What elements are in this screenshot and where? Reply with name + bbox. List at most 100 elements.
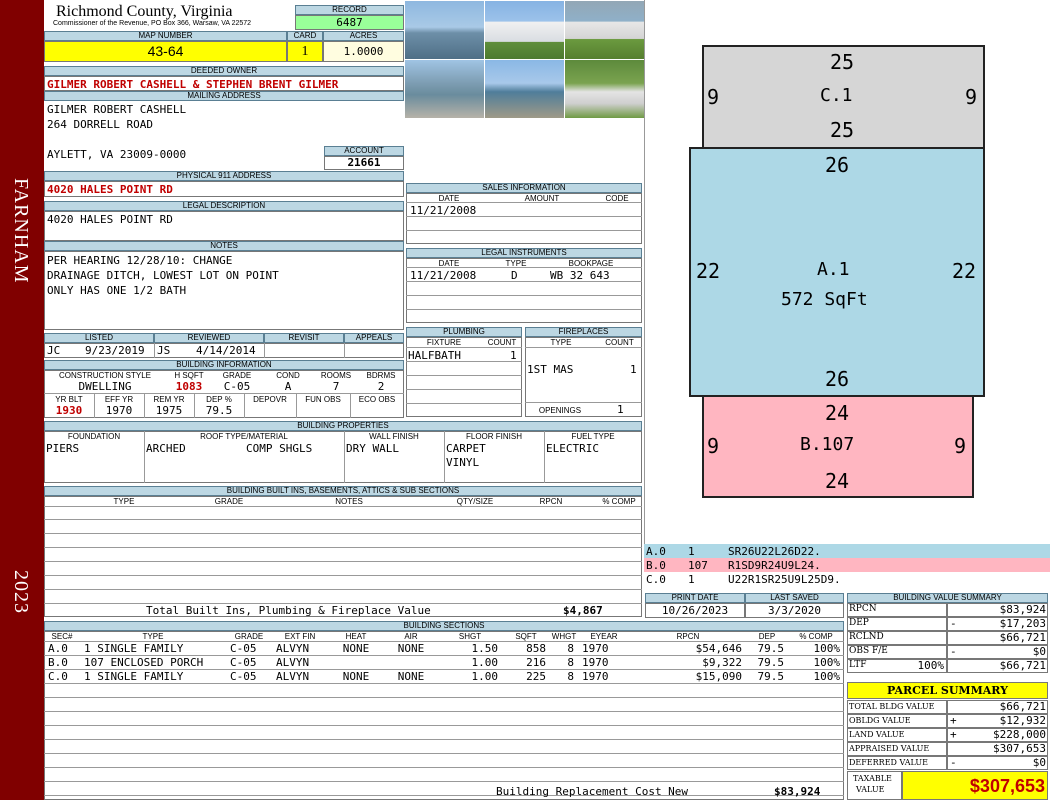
print-date: 10/26/2023 (645, 603, 745, 618)
bvs-label: OBS F/E (849, 646, 888, 656)
building-info-header: BUILDING INFORMATION (44, 360, 404, 370)
mailing-line-3: AYLETT, VA 23009-0000 (47, 148, 187, 161)
legend-vector: U22R1SR25U9L25D9. (728, 573, 841, 586)
builtin-rpcn-label: RPCN (539, 497, 563, 506)
dim-label: 22 (696, 259, 721, 283)
account-header: ACCOUNT (324, 146, 404, 156)
building-properties-header: BUILDING PROPERTIES (44, 421, 642, 431)
bvs-modifier: 100% (917, 659, 945, 672)
section-cell: 79.5 (757, 656, 785, 669)
parcel-summary-header: PARCEL SUMMARY (847, 682, 1048, 699)
notes-box: PER HEARING 12/28/10: CHANGE DRAINAGE DI… (44, 251, 404, 330)
notes-line: DRAINAGE DITCH, LOWEST LOT ON POINT (47, 269, 279, 282)
section-col-header: TYPE (142, 632, 164, 641)
fireplace-count-label: COUNT (605, 338, 634, 347)
dim-label: 24 (825, 401, 850, 425)
parcel-value: $66,721 (999, 700, 1046, 713)
section-cell: 1.50 (471, 642, 499, 655)
sketch-legend-row (644, 544, 1050, 558)
legend-code: 1 (688, 545, 695, 558)
floor-finish: CARPET (446, 442, 486, 455)
bdrms: 2 (377, 380, 385, 393)
construction-style-label: CONSTRUCTION STYLE (58, 371, 151, 380)
bvs-label: DEP (849, 618, 869, 628)
bvs-modifier: - (950, 617, 957, 630)
legend-section: A.0 (646, 545, 666, 558)
parcel-value: $307,653 (993, 742, 1046, 755)
last-saved-header: LAST SAVED (745, 593, 844, 603)
parcel-modifier: + (950, 714, 957, 727)
dim-label: 9 (965, 85, 978, 109)
legend-code: 1 (688, 573, 695, 586)
section-cell: $54,646 (695, 642, 742, 655)
section-cell: C-05 (230, 656, 257, 669)
section-cell: C-05 (230, 642, 257, 655)
fireplace-type-label: TYPE (550, 338, 572, 347)
roof-label: ROOF TYPE/MATERIAL (200, 432, 288, 441)
foundation: PIERS (46, 442, 80, 455)
bvs-modifier: - (950, 645, 957, 658)
deeded-owner-header: DEEDED OWNER (44, 66, 404, 76)
eff-yr: 1970 (105, 404, 133, 417)
account-number: 21661 (324, 156, 404, 170)
bvs-value: $66,721 (999, 631, 1046, 644)
eco-obs-label: ECO OBS (358, 395, 396, 404)
notes-line: PER HEARING 12/28/10: CHANGE (47, 254, 233, 267)
dep-pct: 79.5 (205, 404, 233, 417)
district-sidebar: FARNHAM 2023 (0, 0, 44, 800)
section-cell: 8 (567, 656, 574, 669)
section-col-header: HEAT (345, 632, 367, 641)
bvs-value: $83,924 (999, 603, 1046, 616)
deeded-owner-box: GILMER ROBERT CASHELL & STEPHEN BRENT GI… (44, 76, 404, 91)
section-cell: ALVYN (276, 642, 310, 655)
plumbing-header: PLUMBING (406, 327, 522, 337)
legend-code: 107 (688, 559, 708, 572)
property-photo (405, 60, 484, 118)
parcel-label: LAND VALUE (849, 730, 905, 739)
fireplaces-header: FIREPLACES (525, 327, 642, 337)
section-col-header: WHGT (551, 632, 577, 641)
card-header: CARD (287, 31, 323, 41)
listed-header: LISTED (44, 333, 154, 343)
parcel-label: DEFERRED VALUE (849, 758, 928, 767)
section-cell: 100% (813, 670, 841, 683)
section-col-header: EXT FIN (284, 632, 316, 641)
cond-label: COND (276, 371, 300, 380)
property-photo (405, 1, 484, 59)
built-ins-total: $4,867 (563, 604, 603, 617)
legend-vector: SR26U22L26D22. (728, 545, 821, 558)
fixture-label: FIXTURE (426, 338, 462, 347)
builtin-grade-label: GRADE (214, 497, 244, 506)
property-photo (565, 1, 644, 59)
section-col-header: SQFT (515, 632, 537, 641)
fun-obs-label: FUN OBS (305, 395, 341, 404)
bvs-label: RCLND (849, 632, 884, 642)
card-number: 1 (287, 41, 323, 62)
tax-year: 2023 (10, 570, 32, 614)
builtin-qty-label: QTY/SIZE (456, 497, 494, 506)
section-cell: 8 (567, 642, 574, 655)
parcel-value: $0 (1032, 756, 1046, 769)
dim-label: 25 (830, 118, 855, 142)
commissioner-address: Commissioner of the Revenue, PO Box 366,… (53, 20, 252, 27)
reviewed-date: 4/14/2014 (196, 344, 256, 357)
section-col-header: SEC# (51, 632, 73, 641)
revisit-header: REVISIT (264, 333, 344, 343)
rooms: 7 (332, 380, 340, 393)
section-area: 572 SqFt (781, 289, 868, 310)
section-col-header: % COMP (799, 632, 833, 641)
section-cell: 1970 (582, 642, 609, 655)
section-cell: $9,322 (702, 656, 742, 669)
section-label: A.1 (817, 259, 850, 280)
rem-yr: 1975 (155, 404, 183, 417)
section-cell: 1970 (582, 670, 609, 683)
mailing-line-1: GILMER ROBERT CASHELL (47, 103, 187, 116)
reviewed-by: JS (157, 344, 171, 357)
appeals-header: APPEALS (344, 333, 404, 343)
builtin-comp-label: % COMP (602, 497, 636, 506)
section-cell: 216 (526, 656, 546, 669)
parcel-value: $12,932 (999, 714, 1046, 727)
built-ins-table (44, 496, 642, 617)
section-col-header: AIR (404, 632, 418, 641)
dep-pct-label: DEP % (206, 395, 232, 404)
